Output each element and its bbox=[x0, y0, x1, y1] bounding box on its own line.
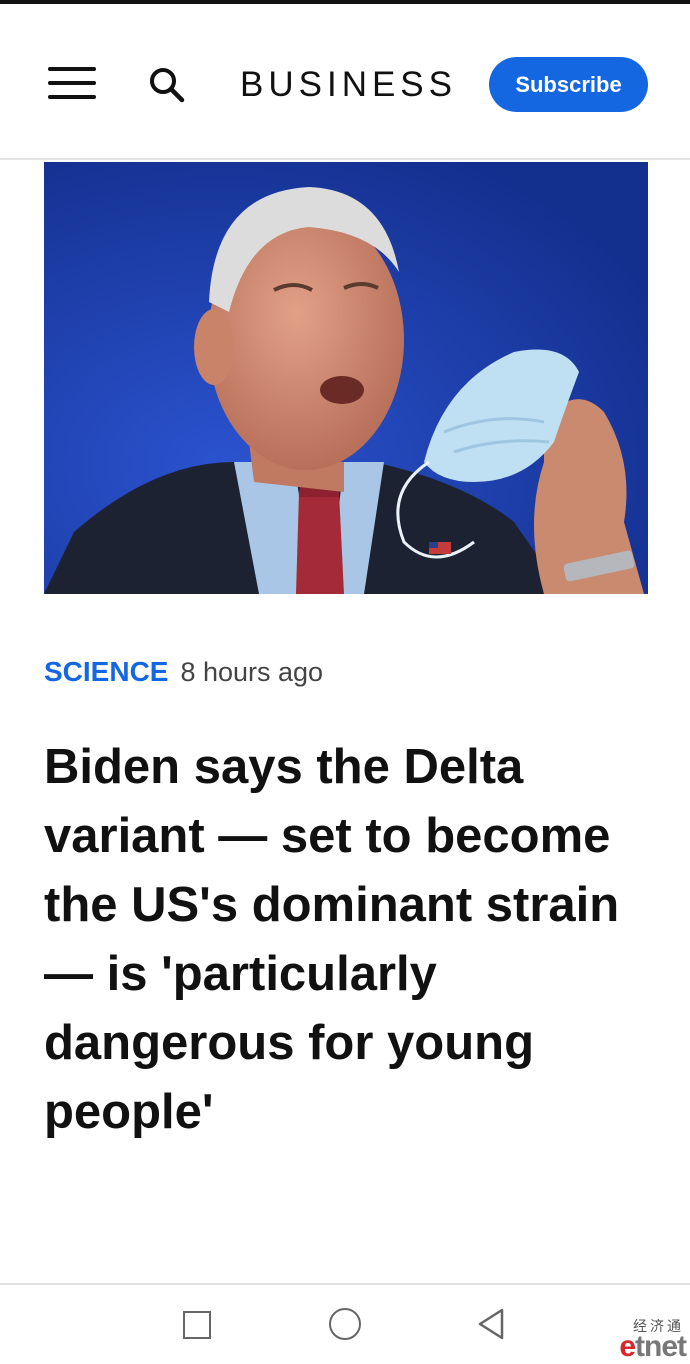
article-hero-image[interactable] bbox=[44, 162, 648, 594]
site-header: BUSINESS Subscribe bbox=[0, 4, 690, 160]
home-icon[interactable] bbox=[329, 1308, 361, 1340]
recent-apps-icon[interactable] bbox=[183, 1311, 211, 1339]
subscribe-button[interactable]: Subscribe bbox=[489, 57, 648, 112]
hamburger-menu-icon[interactable] bbox=[46, 64, 98, 102]
brand-logo[interactable]: BUSINESS bbox=[240, 60, 452, 110]
etnet-watermark: 经济通 etnet bbox=[600, 1314, 688, 1363]
android-navigation-bar bbox=[0, 1283, 690, 1363]
search-icon[interactable] bbox=[146, 64, 188, 106]
watermark-logo: etnet bbox=[619, 1330, 687, 1363]
category-label[interactable]: SCIENCE bbox=[44, 656, 168, 687]
timestamp: 8 hours ago bbox=[180, 657, 324, 687]
article-meta: SCIENCE 8 hours ago bbox=[44, 650, 323, 694]
article-headline[interactable]: Biden says the Delta variant — set to be… bbox=[44, 733, 644, 1147]
back-icon[interactable] bbox=[476, 1307, 506, 1341]
